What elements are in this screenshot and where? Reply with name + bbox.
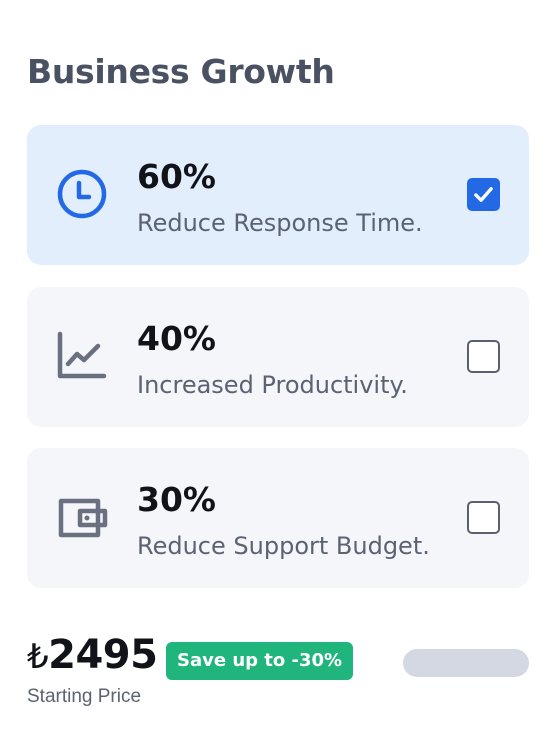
placeholder-button[interactable] bbox=[403, 649, 529, 677]
option-card-response-time[interactable]: 60% Reduce Response Time. bbox=[27, 125, 529, 265]
option-card-productivity[interactable]: 40% Increased Productivity. bbox=[27, 287, 529, 427]
option-checkbox[interactable] bbox=[467, 178, 500, 211]
price-caption: Starting Price bbox=[27, 686, 142, 707]
option-label: Reduce Response Time. bbox=[137, 209, 423, 237]
discount-badge: Save up to -30% bbox=[166, 642, 354, 680]
checkmark-icon bbox=[474, 187, 493, 202]
option-value: 40% bbox=[137, 319, 216, 358]
page-title: Business Growth bbox=[27, 52, 335, 91]
option-card-support-budget[interactable]: 30% Reduce Support Budget. bbox=[27, 448, 529, 588]
wallet-icon bbox=[58, 498, 108, 538]
option-value: 60% bbox=[137, 157, 216, 196]
currency-symbol: ₺ bbox=[27, 637, 49, 677]
option-checkbox[interactable] bbox=[467, 340, 500, 373]
price-amount: 2495 bbox=[48, 632, 158, 678]
option-label: Increased Productivity. bbox=[137, 371, 408, 399]
chart-line-icon bbox=[57, 331, 107, 379]
clock-icon bbox=[57, 169, 107, 219]
starting-price: ₺2495 bbox=[27, 632, 158, 678]
option-checkbox[interactable] bbox=[467, 501, 500, 534]
option-label: Reduce Support Budget. bbox=[137, 532, 430, 560]
option-value: 30% bbox=[137, 480, 216, 519]
